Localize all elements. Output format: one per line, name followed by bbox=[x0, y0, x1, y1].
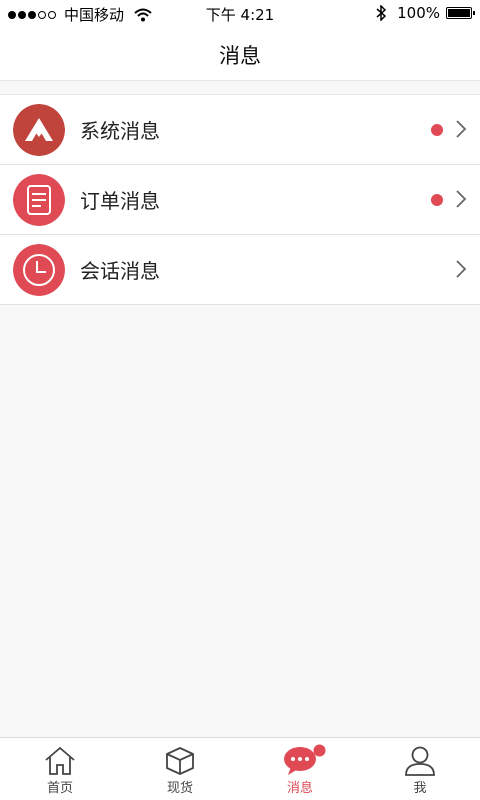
message-list: 系统消息 订单消息 会话消息 bbox=[0, 94, 480, 305]
message-row-system[interactable]: 系统消息 bbox=[0, 95, 480, 165]
message-row-label: 订单消息 bbox=[80, 189, 160, 213]
cube-icon bbox=[166, 747, 194, 775]
tab-label: 我 bbox=[413, 781, 427, 796]
tab-home[interactable]: 首页 bbox=[0, 738, 120, 800]
message-row-label: 系统消息 bbox=[80, 119, 160, 143]
unread-dot bbox=[431, 194, 443, 206]
message-row-chat[interactable]: 会话消息 bbox=[0, 235, 480, 305]
order-document-icon bbox=[13, 174, 65, 226]
tab-messages[interactable]: 消息 bbox=[240, 738, 360, 800]
bluetooth-icon bbox=[376, 5, 387, 21]
system-logo-icon bbox=[13, 104, 65, 156]
status-bar: 中国移动 下午 4:21 100% bbox=[0, 0, 480, 27]
battery-percent: 100% bbox=[397, 4, 440, 22]
person-icon bbox=[405, 746, 435, 776]
top-bar: 中国移动 下午 4:21 100% 消息 bbox=[0, 0, 480, 81]
clock-icon bbox=[13, 244, 65, 296]
page-title: 消息 bbox=[219, 44, 261, 68]
message-row-order[interactable]: 订单消息 bbox=[0, 165, 480, 235]
tab-label: 现货 bbox=[166, 781, 193, 796]
tab-me[interactable]: 我 bbox=[360, 738, 480, 800]
chevron-right-icon bbox=[456, 190, 467, 208]
battery-icon bbox=[446, 7, 475, 19]
tab-label: 消息 bbox=[286, 781, 313, 796]
tab-spot-goods[interactable]: 现货 bbox=[120, 738, 240, 800]
unread-dot bbox=[431, 124, 443, 136]
chevron-right-icon bbox=[456, 120, 467, 138]
message-row-label: 会话消息 bbox=[80, 259, 160, 283]
tab-bar: 首页 现货 消息 我 bbox=[0, 737, 480, 800]
chat-bubble-icon bbox=[284, 747, 316, 775]
home-icon bbox=[45, 746, 75, 775]
tab-unread-dot bbox=[313, 744, 326, 757]
chevron-right-icon bbox=[456, 260, 467, 278]
tab-label: 首页 bbox=[46, 781, 73, 796]
